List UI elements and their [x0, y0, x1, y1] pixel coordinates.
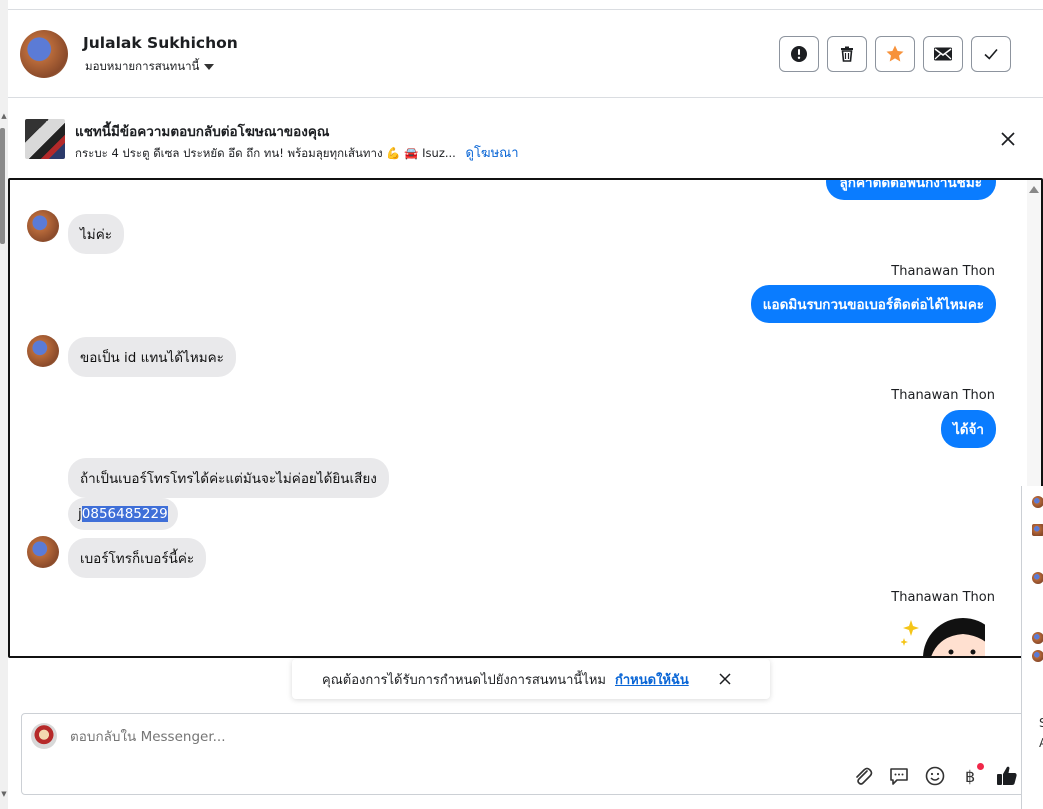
saved-replies-button[interactable] [887, 764, 911, 788]
message-bubble-outgoing[interactable]: แอดมินรบกวนขอเบอร์ติดต่อได้ไหมคะ [750, 285, 996, 323]
conversation-header: Julalak Sukhichon มอบหมายการสนทนานี้ [8, 10, 1043, 98]
scroll-up-arrow-icon[interactable]: ▲ [0, 112, 8, 120]
check-icon [984, 48, 998, 60]
selected-phone-number[interactable]: 0856485229 [81, 506, 168, 522]
left-scrollbar[interactable]: ▲ ▼ [0, 0, 8, 809]
header-actions [779, 36, 1011, 72]
sender-name: Thanawan Thon [891, 388, 995, 403]
sticker-image[interactable] [901, 616, 985, 658]
side-panel-edge: S A [1021, 486, 1043, 809]
avatar[interactable] [1032, 650, 1043, 662]
close-banner-button[interactable] [999, 130, 1017, 148]
ad-reply-banner: แชทนี้มีข้อความตอบกลับต่อโฆษณาของคุณ กระ… [8, 100, 1043, 178]
inbox-conversation-view: ▲ ▼ Julalak Sukhichon มอบหมายการสนทนานี้ [0, 0, 1043, 809]
delete-button[interactable] [827, 36, 867, 72]
emoji-icon [925, 766, 945, 786]
avatar[interactable] [1032, 632, 1043, 644]
ad-description: กระบะ 4 ประตู ดีเซล ประหยัด อึด ถึก ทน! … [75, 146, 456, 160]
emoji-button[interactable] [923, 764, 947, 788]
message-bubble-incoming[interactable]: ไม่ค่ะ [68, 214, 124, 254]
view-ad-link[interactable]: ดูโฆษณา [466, 146, 519, 161]
avatar[interactable] [27, 335, 59, 367]
toast-text: คุณต้องการได้รับการกำหนดไปยังการสนทนานี้… [322, 672, 606, 688]
scrollbar-thumb[interactable] [0, 128, 5, 244]
envelope-icon [934, 47, 952, 61]
close-icon [719, 673, 731, 685]
thumbs-up-icon [997, 766, 1017, 785]
send-like-button[interactable] [995, 764, 1019, 788]
close-toast-button[interactable] [717, 671, 733, 687]
trash-icon [841, 46, 853, 62]
mark-unread-button[interactable] [923, 36, 963, 72]
avatar[interactable] [1032, 572, 1043, 584]
close-icon [1001, 132, 1015, 146]
ad-thumbnail[interactable] [25, 119, 65, 159]
message-bubble-outgoing[interactable]: ลูกค้าติดต่อพนักงานชมะ [825, 180, 996, 200]
caret-down-icon [204, 64, 215, 70]
contact-name[interactable]: Julalak Sukhichon [83, 34, 238, 52]
avatar[interactable] [1032, 496, 1043, 508]
assign-suggestion-toast: คุณต้องการได้รับการกำหนดไปยังการสนทนานี้… [292, 659, 770, 699]
assign-conversation-dropdown[interactable]: มอบหมายการสนทนานี้ [85, 58, 215, 76]
avatar[interactable] [27, 536, 59, 568]
composer-toolbar: ฿ [851, 763, 1019, 788]
assign-to-me-link[interactable]: กำหนดให้ฉัน [615, 669, 689, 690]
saved-reply-icon [890, 768, 908, 785]
svg-text:฿: ฿ [965, 767, 975, 786]
scroll-down-arrow-icon[interactable]: ▼ [0, 790, 8, 798]
mark-done-button[interactable] [971, 36, 1011, 72]
message-bubble-incoming[interactable]: ถ้าเป็นเบอร์โทรโทรได้ค่ะแต่มันจะไม่ค่อยไ… [68, 458, 389, 498]
message-bubble-outgoing[interactable]: ได้จ้า [940, 410, 996, 448]
star-button[interactable] [875, 36, 915, 72]
paperclip-icon [856, 767, 873, 785]
star-icon [886, 45, 904, 62]
exclamation-circle-icon [791, 46, 807, 62]
reply-composer: ฿ [21, 713, 1026, 795]
message-bubble-incoming[interactable]: ขอเป็น id แทนได้ไหมคะ [68, 337, 236, 377]
assign-label: มอบหมายการสนทนานี้ [85, 59, 200, 73]
ad-banner-subtitle: กระบะ 4 ประตู ดีเซล ประหยัด อึด ถึก ทน! … [75, 142, 519, 163]
notification-dot [977, 763, 984, 770]
avatar[interactable] [27, 210, 59, 242]
page-avatar [31, 723, 57, 749]
ad-banner-title: แชทนี้มีข้อความตอบกลับต่อโฆษณาของคุณ [75, 124, 330, 140]
ad-thumbnail[interactable] [1032, 524, 1043, 536]
sender-name: Thanawan Thon [891, 264, 995, 279]
panel-text: S [1039, 716, 1043, 730]
message-bubble-incoming[interactable]: เบอร์โทรก็เบอร์นี้ค่ะ [68, 538, 207, 578]
reply-input[interactable] [70, 729, 670, 745]
scroll-up-arrow-icon[interactable] [1029, 186, 1039, 193]
mark-spam-button[interactable] [779, 36, 819, 72]
payment-button[interactable]: ฿ [959, 763, 984, 788]
message-thread[interactable]: ลูกค้าติดต่อพนักงานชมะ ไม่ค่ะ Thanawan T… [8, 178, 1043, 658]
attach-file-button[interactable] [851, 764, 875, 788]
panel-text: A [1039, 736, 1043, 750]
sender-name: Thanawan Thon [891, 590, 995, 605]
avatar[interactable] [20, 30, 68, 78]
message-bubble-incoming[interactable]: j0856485229 [68, 498, 178, 530]
